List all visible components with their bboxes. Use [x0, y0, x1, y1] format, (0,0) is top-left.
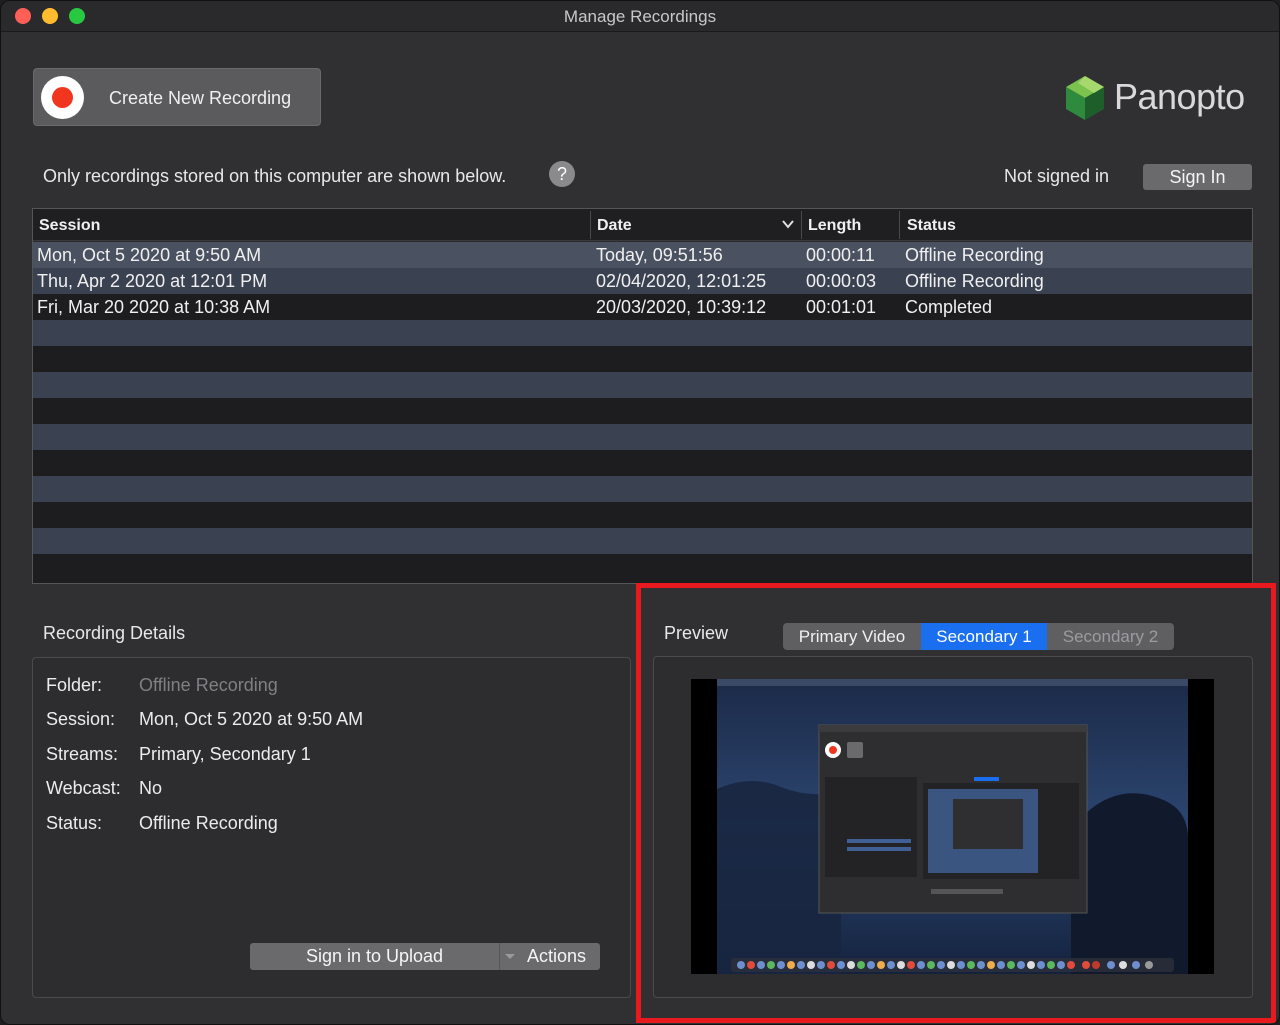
create-new-recording-button[interactable]: Create New Recording — [33, 68, 321, 126]
panopto-logo-icon — [1066, 76, 1104, 120]
column-header-session[interactable]: Session — [39, 217, 100, 235]
empty-row — [33, 398, 1252, 424]
manage-recordings-window: Manage Recordings Create New Recording P… — [0, 0, 1280, 1025]
sign-in-to-upload-button[interactable]: Sign in to Upload — [250, 943, 499, 970]
detail-label-streams: Streams: — [46, 744, 119, 764]
cell-session: Mon, Oct 5 2020 at 9:50 AM — [37, 245, 262, 265]
detail-label-webcast: Webcast: — [46, 778, 121, 798]
recording-details-panel: Folder: Offline Recording Session: Mon, … — [32, 657, 631, 998]
preview-highlight-annotation — [636, 583, 1276, 1023]
cell-status: Completed — [905, 297, 993, 317]
cell-length: 00:00:11 — [806, 245, 875, 265]
actions-label: Actions — [527, 946, 587, 966]
detail-value-folder: Offline Recording — [139, 675, 278, 695]
empty-row — [33, 528, 1252, 554]
record-icon — [41, 76, 84, 119]
sort-descending-icon[interactable] — [782, 219, 794, 229]
window-title: Manage Recordings — [563, 7, 717, 26]
panopto-logo: Panopto — [1064, 75, 1254, 121]
empty-row — [33, 346, 1252, 372]
cell-status: Offline Recording — [905, 271, 1044, 291]
cell-date: 02/04/2020, 12:01:25 — [596, 271, 767, 291]
cell-date: 20/03/2020, 10:39:12 — [596, 297, 767, 317]
chevron-down-icon — [505, 954, 515, 959]
detail-label-session: Session: — [46, 709, 116, 729]
table-row[interactable]: Thu, Apr 2 2020 at 12:01 PM 02/04/2020, … — [33, 268, 1252, 294]
cell-length: 00:01:01 — [806, 297, 877, 317]
cell-length: 00:00:03 — [806, 271, 877, 291]
sign-in-button[interactable]: Sign In — [1143, 164, 1252, 190]
cell-status: Offline Recording — [905, 245, 1044, 265]
recording-details-title: Recording Details — [43, 623, 186, 643]
recordings-table[interactable]: Session Date Length Status Mon, Oct 5 20… — [32, 208, 1253, 584]
cell-session: Thu, Apr 2 2020 at 12:01 PM — [37, 271, 268, 291]
column-header-date[interactable]: Date — [597, 217, 632, 235]
empty-row — [33, 476, 1252, 502]
empty-row — [33, 450, 1252, 476]
detail-value-streams: Primary, Secondary 1 — [139, 744, 311, 764]
create-new-recording-label: Create New Recording — [109, 88, 292, 108]
title-bar[interactable]: Manage Recordings — [1, 1, 1279, 32]
help-button[interactable]: ? — [549, 161, 575, 187]
actions-menu-button[interactable]: Actions — [499, 943, 600, 970]
empty-row — [33, 320, 1252, 346]
column-header-length[interactable]: Length — [808, 217, 861, 235]
table-header: Session Date Length Status — [33, 209, 1252, 241]
empty-row — [33, 424, 1252, 450]
local-recordings-notice: Only recordings stored on this computer … — [43, 166, 507, 186]
detail-value-session: Mon, Oct 5 2020 at 9:50 AM — [139, 709, 364, 729]
cell-date: Today, 09:51:56 — [596, 245, 723, 265]
column-header-status[interactable]: Status — [907, 217, 956, 235]
panopto-logo-text: Panopto — [1114, 76, 1245, 117]
sign-in-status: Not signed in — [1004, 166, 1110, 186]
empty-row — [33, 372, 1252, 398]
table-row[interactable]: Mon, Oct 5 2020 at 9:50 AM Today, 09:51:… — [33, 242, 1252, 268]
detail-label-status: Status: — [46, 813, 103, 833]
empty-row — [33, 502, 1252, 528]
cell-session: Fri, Mar 20 2020 at 10:38 AM — [37, 297, 271, 317]
detail-value-status: Offline Recording — [139, 813, 278, 833]
detail-label-folder: Folder: — [46, 675, 103, 695]
detail-value-webcast: No — [139, 778, 163, 798]
empty-row — [33, 554, 1252, 583]
table-row[interactable]: Fri, Mar 20 2020 at 10:38 AM 20/03/2020,… — [33, 294, 1252, 320]
